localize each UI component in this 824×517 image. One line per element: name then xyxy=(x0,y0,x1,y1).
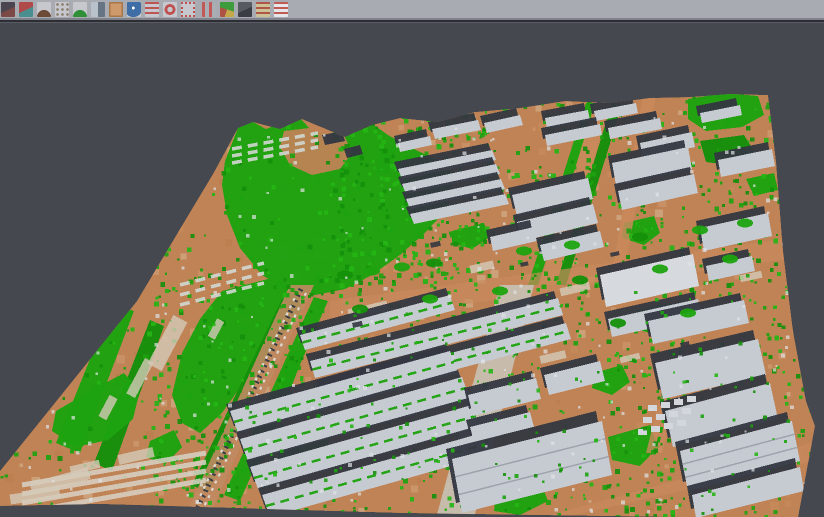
globe-icon[interactable] xyxy=(127,2,141,17)
sparse-points-icon[interactable] xyxy=(55,2,69,17)
red-bars-icon[interactable] xyxy=(145,2,159,17)
selection-brackets-icon[interactable] xyxy=(181,2,195,17)
terrain-mound-icon[interactable] xyxy=(37,2,51,17)
dark-cube-icon[interactable] xyxy=(1,2,15,17)
column-slab-icon[interactable] xyxy=(91,2,105,17)
viewport-3d[interactable] xyxy=(0,22,824,517)
classification-map-icon[interactable] xyxy=(220,2,234,17)
dark-camera-icon[interactable] xyxy=(238,2,252,17)
colored-points-icon[interactable] xyxy=(19,2,33,17)
red-ring-icon[interactable] xyxy=(163,2,177,17)
orange-tile-icon[interactable] xyxy=(109,2,123,17)
green-terrain-icon[interactable] xyxy=(73,2,87,17)
annotated-sheet-icon[interactable] xyxy=(256,2,270,17)
checker-grid-icon[interactable] xyxy=(202,2,216,17)
main-toolbar xyxy=(0,0,824,20)
app-window xyxy=(0,0,824,517)
point-cloud-render xyxy=(0,23,824,517)
striped-flag-icon[interactable] xyxy=(274,2,288,17)
